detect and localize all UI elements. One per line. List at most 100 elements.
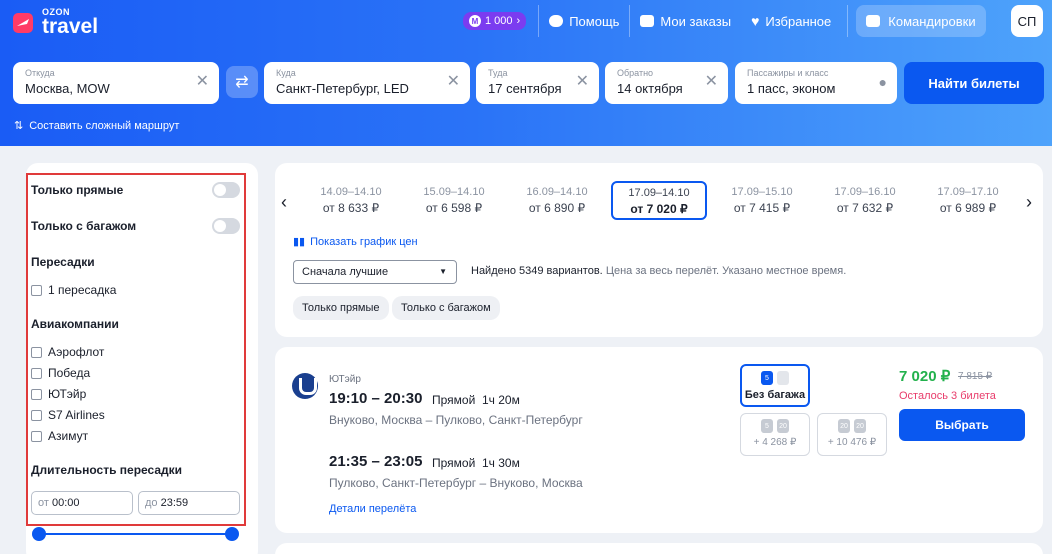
passengers-field[interactable]: Пассажиры и класс 1 пасс, эконом ● [735,62,897,104]
clear-icon[interactable]: ✕ [447,74,460,90]
date-price: от 7 415 ₽ [733,201,791,215]
date-range: 17.09–14.10 [628,187,690,199]
return-date-field[interactable]: Обратно 14 октября ✕ [605,62,728,104]
airlines-title: Авиакомпании [31,317,119,331]
depart-value: 17 сентября [488,81,562,96]
nav-orders-label: Мои заказы [660,13,732,29]
checkbox[interactable] [31,388,42,400]
duration-title: Длительность пересадки [31,463,183,477]
baggage-icon: 20 [854,419,866,433]
return-label: Обратно [617,68,654,78]
tariff-no-baggage[interactable]: 5 Без багажа [740,364,810,407]
duration-from-prefix: от [38,497,49,509]
caret-down-icon: ▼ [439,267,447,276]
transfers-title: Пересадки [31,255,95,269]
airline-label: Победа [48,366,91,380]
baggage-icon [777,371,789,385]
outbound-time: 19:10 – 20:30 [329,390,423,407]
hand-luggage-icon: 5 [761,419,773,433]
airline-option[interactable]: Аэрофлот [31,345,104,359]
checkbox[interactable] [31,284,42,296]
baggage-icon: 20 [777,419,789,433]
date-option[interactable]: 14.09–14.10 от 8 633 ₽ [303,181,399,220]
outbound-route: Внуково, Москва – Пулково, Санкт-Петербу… [329,413,583,427]
cashback-value: 1 000 [485,15,513,27]
tariff-surcharge: + 4 268 ₽ [753,437,797,448]
hand-luggage-icon: 5 [761,371,773,385]
to-field[interactable]: Куда Санкт-Петербург, LED ✕ [264,62,470,104]
tariff-label: Без багажа [744,389,806,401]
date-option-selected[interactable]: 17.09–14.10 от 7 020 ₽ [611,181,707,220]
to-label: Куда [276,68,296,78]
slider-handle-min[interactable] [32,527,46,541]
chevron-right-icon[interactable]: › [1026,192,1032,213]
nav-help-label: Помощь [569,13,620,29]
chevron-right-icon: › [516,15,521,27]
price-chart-label: Показать график цен [310,235,418,248]
price-chart-link[interactable]: ▮▮ Показать график цен [293,235,418,249]
ticket-price: 7 020 ₽ [899,368,951,385]
date-option[interactable]: 17.09–16.10 от 7 632 ₽ [817,181,913,220]
duration-from-input[interactable]: от 00:00 [31,491,133,515]
duration-to-input[interactable]: до 23:59 [138,491,240,515]
ozon-travel-logo[interactable]: OZON travel [12,8,98,37]
passengers-value: 1 пасс, эконом [747,81,836,96]
date-price: от 6 989 ₽ [939,201,997,215]
cashback-badge[interactable]: M 1 000 › [463,12,527,30]
checkbox[interactable] [31,430,42,442]
business-trips-button[interactable]: Командировки [856,5,986,37]
date-range: 17.09–15.10 [731,186,793,198]
date-price: от 6 598 ₽ [425,201,483,215]
airline-label: ЮТэйр [48,387,87,401]
date-option[interactable]: 17.09–17.10 от 6 989 ₽ [920,181,1016,220]
checkbox[interactable] [31,367,42,379]
tickets-left: Осталось 3 билета [899,390,996,402]
date-option[interactable]: 16.09–14.10 от 6 890 ₽ [509,181,605,220]
transfer-option[interactable]: 1 пересадка [31,283,116,297]
choose-button[interactable]: Выбрать [899,409,1025,441]
airline-option[interactable]: Азимут [31,429,88,443]
outbound-duration: 1ч 20м [482,393,520,407]
chevron-left-icon[interactable]: ‹ [281,192,287,213]
slider-handle-max[interactable] [225,527,239,541]
clear-icon[interactable]: ✕ [705,74,718,90]
chat-icon [549,15,564,27]
from-value: Москва, MOW [25,81,110,96]
clear-icon[interactable]: ✕ [196,74,209,90]
nav-orders[interactable]: Мои заказы [630,14,741,29]
nav-favorites-label: Избранное [765,13,832,29]
depart-label: Туда [488,68,508,78]
filter-direct-label: Только прямые [31,183,124,197]
depart-date-field[interactable]: Туда 17 сентября ✕ [476,62,599,104]
results-count-text: Найдено 5349 вариантов. [471,265,603,277]
direct-only-toggle[interactable] [212,182,240,198]
tariff-option[interactable]: 5 20 + 4 268 ₽ [740,413,810,456]
from-field[interactable]: Откуда Москва, MOW ✕ [13,62,219,104]
date-option[interactable]: 15.09–14.10 от 6 598 ₽ [406,181,502,220]
complex-route-link[interactable]: ⇅ Составить сложный маршрут [14,119,179,133]
airline-option[interactable]: Победа [31,366,90,380]
nav-favorites[interactable]: ♥ Избранное [741,13,841,29]
swap-icon: ⇄ [235,74,249,91]
checkbox[interactable] [31,409,42,421]
duration-from-value: 00:00 [51,497,80,509]
inbound-duration: 1ч 30м [482,456,520,470]
find-tickets-button[interactable]: Найти билеты [904,62,1044,104]
date-option[interactable]: 17.09–15.10 от 7 415 ₽ [714,181,810,220]
baggage-only-toggle[interactable] [212,218,240,234]
clear-icon[interactable]: ✕ [576,74,589,90]
passengers-label: Пассажиры и класс [747,68,829,78]
chip-baggage[interactable]: Только с багажом [392,296,500,320]
nav-help[interactable]: Помощь [539,14,629,29]
flight-details-link[interactable]: Детали перелёта [329,503,416,515]
from-label: Откуда [25,68,55,78]
checkbox[interactable] [31,346,42,358]
airline-option[interactable]: S7 Airlines [31,408,105,422]
avatar[interactable]: СП [1011,5,1043,37]
airline-option[interactable]: ЮТэйр [31,387,86,401]
sort-select[interactable]: Сначала лучшие ▼ [293,260,457,284]
orders-icon [640,15,655,27]
tariff-option[interactable]: 20 20 + 10 476 ₽ [817,413,887,456]
swap-button[interactable]: ⇄ [226,66,258,98]
chip-direct[interactable]: Только прямые [293,296,389,320]
